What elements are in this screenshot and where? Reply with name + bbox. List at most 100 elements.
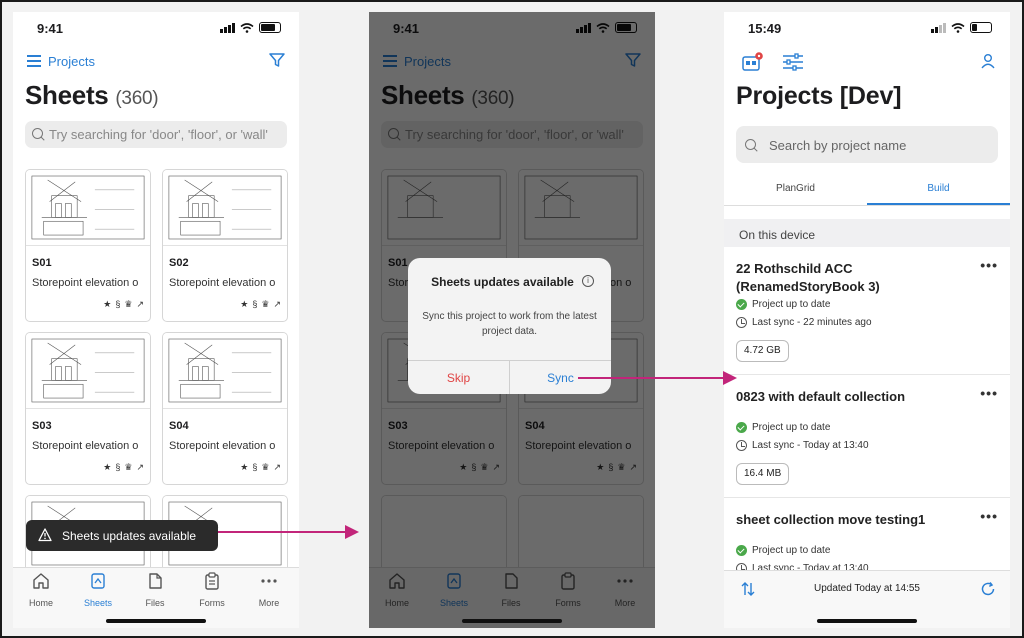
project-name: sheet collection move testing1 — [736, 512, 926, 527]
sheet-thumbnail — [163, 170, 287, 246]
home-icon — [33, 573, 49, 589]
star-icon: ★ — [103, 299, 112, 309]
project-name: 22 Rothschild ACC (RenamedStoryBook 3) — [736, 261, 880, 294]
project-status: Project up to date — [752, 422, 831, 433]
sheets-screen: 9:41 Projects Sheets (360) Try searching… — [13, 12, 299, 628]
dialog-title: Sheets updates available — [431, 275, 574, 289]
star-icon: ★ — [240, 299, 249, 309]
battery-icon — [259, 22, 281, 33]
sheet-description: Storepoint elevation o — [32, 277, 139, 289]
sheet-description: Storepoint elevation o — [169, 277, 276, 289]
more-icon — [261, 579, 277, 583]
sheet-card[interactable]: S02 Storepoint elevation o ★ § ♛ ↗ — [162, 169, 288, 322]
tab-sheets[interactable]: Sheets — [70, 572, 126, 608]
link-icon: § — [115, 462, 121, 472]
home-indicator — [817, 619, 917, 623]
info-icon[interactable]: i — [582, 275, 594, 287]
sheets-search-input[interactable]: Try searching for 'door', 'floor', or 'w… — [25, 121, 287, 148]
profile-icon[interactable] — [980, 53, 996, 69]
updates-toast[interactable]: Sheets updates available — [26, 520, 218, 551]
check-circle-icon — [736, 299, 747, 310]
chart-icon: ↗ — [273, 299, 281, 309]
filter-icon[interactable] — [269, 52, 285, 68]
clipboard-icon — [205, 572, 219, 590]
check-circle-icon — [736, 422, 747, 433]
tab-plangrid[interactable]: PlanGrid — [724, 180, 867, 205]
flow-arrow-line — [218, 531, 346, 533]
sliders-icon[interactable] — [782, 52, 804, 72]
file-icon — [149, 573, 162, 589]
flow-arrow-line — [578, 377, 724, 379]
project-search-input[interactable]: Search by project name — [736, 126, 998, 163]
home-indicator — [106, 619, 206, 623]
sheet-code: S04 — [169, 420, 189, 432]
project-name: 0823 with default collection — [736, 389, 906, 404]
more-options-icon[interactable]: ••• — [980, 385, 998, 401]
chart-icon: ↗ — [136, 462, 144, 472]
tab-build[interactable]: Build — [867, 180, 1010, 205]
dialog-message: Sync this project to work from the lates… — [422, 311, 597, 337]
chart-icon: ↗ — [136, 299, 144, 309]
project-row[interactable]: sheet collection move testing1 ••• Proje… — [724, 498, 1010, 578]
sheet-code: S03 — [32, 420, 52, 432]
sheet-thumbnail — [26, 170, 150, 246]
project-status: Project up to date — [752, 299, 831, 310]
hamburger-icon[interactable] — [27, 55, 41, 67]
warning-icon — [38, 528, 52, 542]
sheet-description: Storepoint elevation o — [169, 440, 276, 452]
sheet-card[interactable]: S01 Storepoint elevation o ★ § ♛ ↗ — [25, 169, 151, 322]
skip-button[interactable]: Skip — [408, 361, 510, 394]
tab-forms[interactable]: Forms — [184, 572, 240, 608]
crown-icon: ♛ — [261, 462, 270, 472]
wifi-icon — [951, 22, 965, 33]
source-tabs: PlanGrid Build — [724, 180, 1010, 206]
link-icon: § — [252, 462, 258, 472]
status-bar: 15:49 — [724, 12, 1010, 44]
wifi-icon — [240, 22, 254, 33]
projects-screen: 15:49 Projects [Dev] Search by project n… — [724, 12, 1010, 628]
sheet-thumbnail — [26, 333, 150, 409]
link-icon: § — [252, 299, 258, 309]
crown-icon: ♛ — [124, 299, 133, 309]
chart-icon: ↗ — [273, 462, 281, 472]
refresh-icon[interactable] — [980, 581, 996, 597]
more-options-icon[interactable]: ••• — [980, 257, 998, 273]
last-sync: Last sync - 22 minutes ago — [752, 317, 872, 328]
battery-icon — [970, 22, 992, 33]
projects-back-link[interactable]: Projects — [48, 54, 95, 69]
crown-icon: ♛ — [261, 299, 270, 309]
sheet-code: S01 — [32, 257, 52, 269]
sheets-icon — [91, 573, 105, 589]
sheet-count: (360) — [115, 88, 159, 109]
last-sync: Last sync - Today at 13:40 — [752, 440, 869, 451]
tab-bar: Home Sheets Files Forms More — [13, 567, 299, 628]
sheet-thumbnail — [163, 333, 287, 409]
link-icon: § — [115, 299, 121, 309]
home-indicator — [462, 619, 562, 623]
sheet-card[interactable]: S03 Storepoint elevation o ★ § ♛ ↗ — [25, 332, 151, 485]
project-status: Project up to date — [752, 545, 831, 556]
tab-files[interactable]: Files — [127, 572, 183, 608]
tab-home[interactable]: Home — [13, 572, 69, 608]
sheet-code: S02 — [169, 257, 189, 269]
status-time: 9:41 — [37, 21, 64, 36]
star-icon: ★ — [240, 462, 249, 472]
signal-icon — [220, 22, 235, 33]
updated-label: Updated Today at 14:55 — [813, 583, 920, 594]
sheet-description: Storepoint elevation o — [32, 440, 139, 452]
offline-projects-icon[interactable] — [742, 52, 764, 72]
project-row[interactable]: 0823 with default collection ••• Project… — [724, 375, 1010, 498]
sheet-card[interactable]: S04 Storepoint elevation o ★ § ♛ ↗ — [162, 332, 288, 485]
project-row[interactable]: 22 Rothschild ACC (RenamedStoryBook 3) •… — [724, 247, 1010, 375]
tab-more[interactable]: More — [241, 572, 297, 608]
flow-arrow-head — [723, 371, 737, 385]
flow-arrow-head — [345, 525, 359, 539]
section-header: On this device — [724, 219, 1010, 247]
status-time: 15:49 — [748, 21, 782, 36]
check-circle-icon — [736, 545, 747, 556]
sheets-sync-dialog-screen: 9:41 Projects Sheets (360) Try searching… — [369, 12, 655, 628]
status-bar: 9:41 — [13, 12, 299, 44]
page-title: Sheets (360) — [25, 80, 159, 110]
more-options-icon[interactable]: ••• — [980, 508, 998, 524]
signal-icon — [931, 22, 946, 33]
